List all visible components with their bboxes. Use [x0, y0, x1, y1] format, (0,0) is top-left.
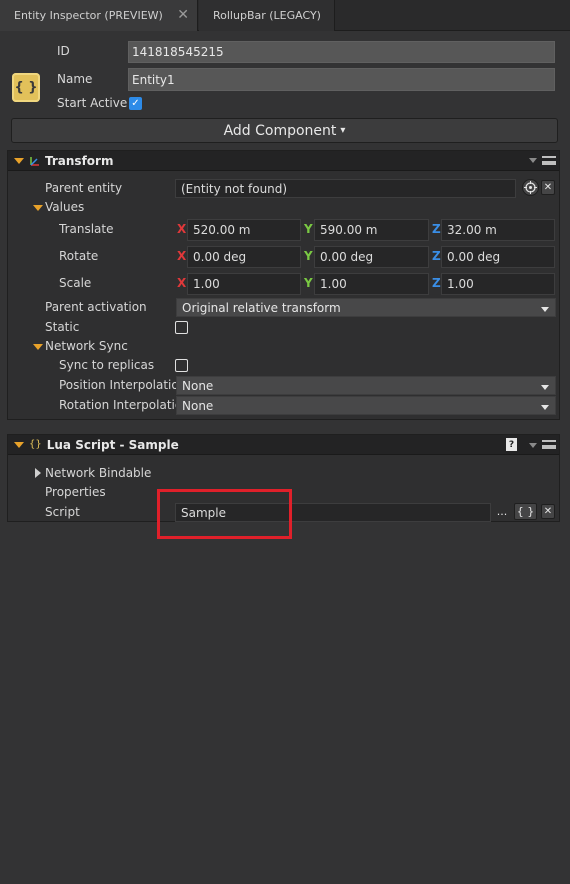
axis-z-label: Z — [432, 222, 441, 236]
network-bindable-label: Network Bindable — [45, 466, 152, 480]
scale-x-field[interactable]: 1.00 — [187, 273, 301, 295]
edit-script-button[interactable]: { } — [514, 503, 537, 520]
tab-entity-inspector[interactable]: Entity Inspector (PREVIEW) ✕ — [0, 0, 198, 31]
entity-icon: { } — [12, 73, 40, 102]
network-sync-label: Network Sync — [45, 339, 128, 353]
id-label: ID — [57, 44, 70, 58]
static-checkbox[interactable] — [175, 321, 188, 334]
add-component-button[interactable]: Add Component ▾ — [11, 118, 558, 143]
parent-activation-dropdown[interactable]: Original relative transform — [176, 298, 556, 317]
close-icon[interactable]: ✕ — [177, 7, 189, 23]
name-field[interactable]: Entity1 — [128, 68, 555, 91]
rotate-z-field[interactable]: 0.00 deg — [441, 246, 555, 268]
translate-label: Translate — [59, 222, 114, 236]
rotation-interp-label: Rotation Interpolation — [59, 398, 176, 412]
rotate-x-field[interactable]: 0.00 deg — [187, 246, 301, 268]
clear-parent-button[interactable]: ✕ — [541, 180, 555, 195]
scale-y-field[interactable]: 1.00 — [314, 273, 429, 295]
rotation-interp-dropdown[interactable]: None — [176, 396, 556, 415]
translate-y-field[interactable]: 590.00 m — [314, 219, 429, 241]
expand-triangle-icon[interactable] — [35, 468, 41, 478]
tab-bar: Entity Inspector (PREVIEW) ✕ RollupBar (… — [0, 0, 570, 31]
clear-script-button[interactable]: ✕ — [541, 504, 555, 519]
start-active-label: Start Active — [57, 96, 128, 110]
rotate-y-field[interactable]: 0.00 deg — [314, 246, 429, 268]
translate-x-field[interactable]: 520.00 m — [187, 219, 301, 241]
script-label: Script — [45, 505, 80, 519]
browse-button[interactable]: ... — [494, 503, 510, 520]
transform-gizmo-icon — [30, 156, 39, 166]
menu-icon[interactable] — [542, 156, 556, 165]
transform-title: Transform — [45, 153, 114, 168]
target-picker-icon[interactable] — [522, 179, 539, 196]
lua-script-header[interactable]: {} Lua Script - Sample — [8, 435, 559, 455]
sync-replicas-checkbox[interactable] — [175, 359, 188, 372]
parent-entity-field[interactable]: (Entity not found) — [175, 179, 516, 198]
axis-z-label: Z — [432, 249, 441, 263]
collapse-triangle-icon[interactable] — [33, 344, 43, 350]
rotate-label: Rotate — [59, 249, 99, 263]
tab-label: RollupBar (LEGACY) — [213, 9, 321, 22]
scale-label: Scale — [59, 276, 92, 290]
lua-script-icon: {} — [29, 439, 42, 450]
position-interp-value: None — [182, 378, 214, 393]
static-label: Static — [45, 320, 80, 334]
values-label: Values — [45, 200, 85, 214]
axis-y-label: Y — [304, 249, 313, 263]
translate-z-field[interactable]: 32.00 m — [441, 219, 555, 241]
parent-entity-label: Parent entity — [45, 181, 123, 195]
add-component-label: Add Component — [223, 122, 337, 139]
axis-x-label: X — [177, 222, 187, 236]
chevron-down-icon — [541, 307, 549, 312]
menu-icon[interactable] — [542, 440, 556, 449]
chevron-down-icon: ▾ — [340, 125, 346, 136]
start-active-checkbox[interactable]: ✓ — [129, 97, 142, 110]
highlight-box — [157, 489, 292, 539]
chevron-down-icon — [541, 405, 549, 410]
chevron-down-icon — [541, 385, 549, 390]
scale-z-field[interactable]: 1.00 — [441, 273, 555, 295]
rotation-interp-value: None — [182, 398, 214, 413]
chevron-down-icon[interactable] — [529, 443, 537, 448]
transform-header[interactable]: Transform — [8, 151, 559, 171]
position-interp-label: Position Interpolation — [59, 378, 176, 392]
sync-replicas-label: Sync to replicas — [59, 358, 155, 372]
chevron-down-icon[interactable] — [529, 158, 537, 163]
axis-y-label: Y — [304, 276, 313, 290]
properties-label: Properties — [45, 485, 106, 499]
axis-x-label: X — [177, 249, 187, 263]
id-field[interactable]: 141818545215 — [128, 41, 555, 63]
parent-activation-value: Original relative transform — [182, 300, 341, 315]
tab-label: Entity Inspector (PREVIEW) — [14, 9, 163, 22]
axis-z-label: Z — [432, 276, 441, 290]
axis-y-label: Y — [304, 222, 313, 236]
lua-script-title: Lua Script - Sample — [46, 437, 179, 452]
position-interp-dropdown[interactable]: None — [176, 376, 556, 395]
collapse-triangle-icon[interactable] — [14, 157, 24, 164]
collapse-triangle-icon[interactable] — [14, 441, 24, 448]
tab-rollupbar[interactable]: RollupBar (LEGACY) — [199, 0, 335, 31]
axis-x-label: X — [177, 276, 187, 290]
help-icon[interactable]: ? — [506, 438, 517, 451]
collapse-triangle-icon[interactable] — [33, 205, 43, 211]
parent-activation-label: Parent activation — [45, 300, 147, 314]
name-label: Name — [57, 72, 93, 86]
